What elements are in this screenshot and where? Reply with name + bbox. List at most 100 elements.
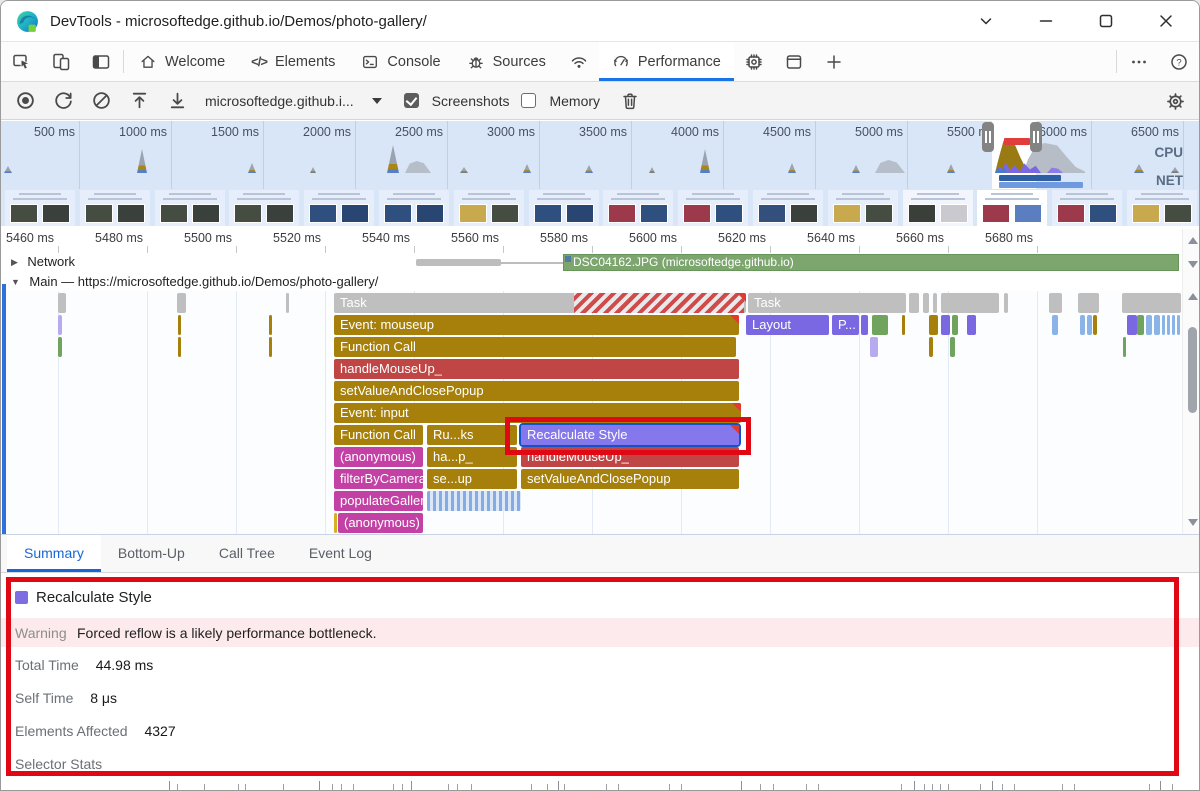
screenshot-thumbnail[interactable] bbox=[5, 190, 75, 226]
flame-bar[interactable]: setValueAndClosePopup bbox=[334, 381, 739, 401]
flame-mini-bar[interactable] bbox=[286, 293, 289, 313]
flame-mini-bar[interactable] bbox=[178, 315, 181, 335]
flame-mini-bar[interactable] bbox=[941, 293, 999, 313]
flame-mini-bar[interactable] bbox=[334, 513, 337, 533]
screenshot-thumbnail[interactable] bbox=[1052, 190, 1122, 226]
minimize-button[interactable] bbox=[1023, 3, 1069, 39]
upload-profile-button[interactable] bbox=[123, 86, 155, 116]
tab-welcome[interactable]: Welcome bbox=[126, 42, 238, 81]
flame-mini-bar[interactable] bbox=[1137, 315, 1144, 335]
flame-mini-bar[interactable] bbox=[269, 337, 272, 357]
inspect-element-icon[interactable] bbox=[1, 42, 41, 81]
flame-mini-bar[interactable] bbox=[58, 315, 62, 335]
help-icon[interactable]: ? bbox=[1159, 42, 1199, 81]
flame-mini-bar[interactable] bbox=[1172, 315, 1175, 335]
flame-mini-bar[interactable] bbox=[950, 337, 955, 357]
flame-mini-bar[interactable] bbox=[1080, 315, 1085, 335]
flame-bar[interactable]: Event: input bbox=[334, 403, 741, 423]
screenshot-thumbnail[interactable] bbox=[1127, 190, 1197, 226]
network-request-bar-image[interactable]: DSC04162.JPG (microsoftedge.github.io) bbox=[563, 254, 1179, 271]
flame-chart[interactable]: TaskTaskEvent: mouseupLayoutP...Function… bbox=[1, 291, 1199, 534]
flame-bar[interactable]: (anonymous) bbox=[338, 513, 423, 533]
download-profile-button[interactable] bbox=[161, 86, 193, 116]
flame-mini-bar[interactable] bbox=[1093, 315, 1097, 335]
chip-icon[interactable] bbox=[734, 42, 774, 81]
flame-mini-bar[interactable] bbox=[941, 315, 950, 335]
capture-settings-gear-icon[interactable] bbox=[1159, 86, 1191, 116]
flame-bar[interactable]: Function Call bbox=[334, 337, 736, 357]
tab-sources[interactable]: Sources bbox=[454, 42, 559, 81]
trash-icon[interactable] bbox=[614, 86, 646, 116]
screenshot-thumbnail[interactable] bbox=[304, 190, 374, 226]
chevron-down-icon[interactable] bbox=[372, 98, 382, 104]
selector-stats-section[interactable]: Selector Stats bbox=[15, 756, 102, 772]
clear-recording-button[interactable] bbox=[85, 86, 117, 116]
flame-mini-bar[interactable] bbox=[1167, 315, 1170, 335]
flame-mini-bar[interactable] bbox=[1078, 293, 1099, 313]
flame-bar[interactable]: filterByCamera bbox=[334, 469, 423, 489]
flame-mini-bar[interactable] bbox=[269, 315, 272, 335]
flame-mini-bar[interactable] bbox=[952, 315, 958, 335]
network-section-toggle[interactable]: ▶ bbox=[11, 257, 18, 267]
screenshot-thumbnail[interactable] bbox=[828, 190, 898, 226]
flame-mini-bar[interactable] bbox=[1162, 315, 1165, 335]
activity-bar-layout-icon[interactable] bbox=[81, 42, 121, 81]
screenshot-thumbnail[interactable] bbox=[753, 190, 823, 226]
flame-mini-bar[interactable] bbox=[1154, 315, 1160, 335]
screenshot-thumbnail[interactable] bbox=[80, 190, 150, 226]
flame-mini-bar[interactable] bbox=[58, 337, 62, 357]
tab-summary[interactable]: Summary bbox=[7, 535, 101, 572]
add-panel-icon[interactable] bbox=[814, 42, 854, 81]
flame-bar[interactable]: Function Call bbox=[334, 425, 423, 445]
flame-mini-bar[interactable] bbox=[1177, 315, 1180, 335]
screenshot-thumbnail[interactable] bbox=[603, 190, 673, 226]
flame-bar[interactable]: ha...p_ bbox=[427, 447, 517, 467]
flame-mini-bar[interactable] bbox=[1049, 293, 1062, 313]
screenshot-thumbnail[interactable] bbox=[529, 190, 599, 226]
network-request-bar[interactable] bbox=[416, 259, 501, 266]
tab-elements[interactable]: </> Elements bbox=[238, 42, 348, 81]
screenshot-thumbnail[interactable] bbox=[155, 190, 225, 226]
flame-bar[interactable]: P... bbox=[832, 315, 859, 335]
flame-mini-bar[interactable] bbox=[1123, 337, 1126, 357]
dock-chevron-button[interactable] bbox=[963, 3, 1009, 39]
flame-mini-bar[interactable] bbox=[1004, 293, 1008, 313]
tab-bottom-up[interactable]: Bottom-Up bbox=[101, 535, 202, 572]
flame-mini-bar[interactable] bbox=[1127, 315, 1137, 335]
screenshots-checkbox[interactable] bbox=[404, 93, 419, 108]
flame-mini-bar[interactable] bbox=[58, 293, 66, 313]
screenshot-thumbnail[interactable] bbox=[977, 190, 1047, 226]
tab-call-tree[interactable]: Call Tree bbox=[202, 535, 292, 572]
timeline-overview[interactable]: CPU NET 500 ms1000 ms1500 ms2000 ms2500 … bbox=[1, 121, 1199, 226]
flame-mini-bar[interactable] bbox=[933, 293, 937, 313]
flame-mini-bar[interactable] bbox=[1087, 315, 1092, 335]
selection-handle-left[interactable] bbox=[982, 122, 994, 152]
flame-mini-bar[interactable] bbox=[870, 337, 878, 357]
close-button[interactable] bbox=[1143, 3, 1189, 39]
network-conditions-icon[interactable] bbox=[559, 42, 599, 81]
scroll-down-arrow[interactable] bbox=[1188, 519, 1198, 526]
flame-mini-bar[interactable] bbox=[427, 491, 521, 511]
screenshot-thumbnail[interactable] bbox=[379, 190, 449, 226]
flame-mini-bar[interactable] bbox=[1146, 315, 1152, 335]
memory-checkbox[interactable] bbox=[521, 93, 536, 108]
record-button[interactable] bbox=[9, 86, 41, 116]
flame-bar[interactable]: Recalculate Style bbox=[521, 425, 739, 445]
flame-mini-bar[interactable] bbox=[861, 315, 868, 335]
flame-bar[interactable]: Event: mouseup bbox=[334, 315, 739, 335]
flame-bar[interactable]: populateGallery bbox=[334, 491, 423, 511]
flame-bar[interactable]: Layout bbox=[746, 315, 829, 335]
tab-performance[interactable]: Performance bbox=[599, 42, 734, 81]
flame-bar[interactable]: handleMouseUp_ bbox=[521, 447, 739, 467]
flame-mini-bar[interactable] bbox=[923, 293, 929, 313]
scroll-up-arrow[interactable] bbox=[1188, 237, 1198, 244]
flame-bar[interactable]: Ru...ks bbox=[427, 425, 517, 445]
screenshot-thumbnail[interactable] bbox=[678, 190, 748, 226]
screenshot-thumbnail[interactable] bbox=[229, 190, 299, 226]
selection-handle-right[interactable] bbox=[1030, 122, 1042, 152]
flame-bar[interactable]: Task bbox=[334, 293, 746, 313]
profile-select[interactable]: microsoftedge.github.i... bbox=[205, 93, 354, 109]
screenshot-thumbnail[interactable] bbox=[903, 190, 973, 226]
flame-bar[interactable]: setValueAndClosePopup bbox=[521, 469, 739, 489]
flame-mini-bar[interactable] bbox=[178, 337, 181, 357]
